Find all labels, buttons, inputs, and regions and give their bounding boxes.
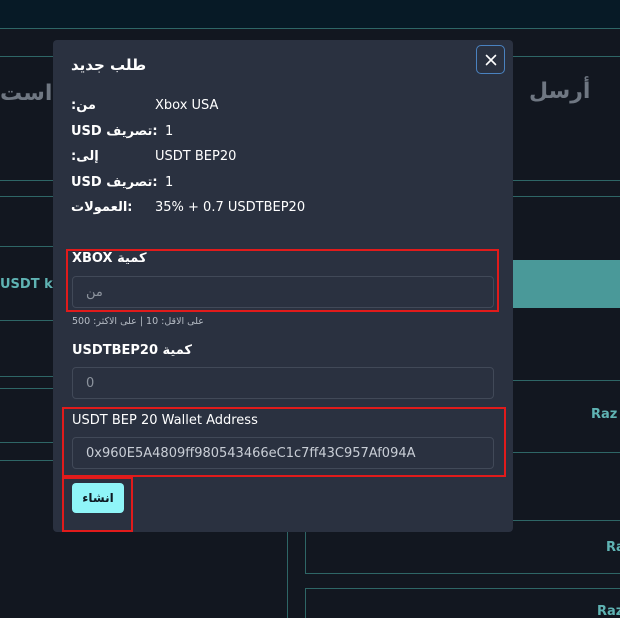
background-divider [0,442,53,443]
send-heading: أرسل [529,79,591,104]
info-row-from-rate: USD تصريف: 1 [71,124,491,142]
background-divider [0,388,53,389]
new-request-modal: طلب جديد :من Xbox USA USD تصريف: 1 :إلى … [53,40,513,532]
info-value: USDT BEP20 [155,149,237,164]
info-label: USD تصريف: [71,124,158,139]
info-row-to-rate: USD تصريف: 1 [71,175,491,193]
background-divider [0,460,53,461]
background-divider [0,180,53,181]
wallet-address-input[interactable] [72,437,494,469]
amount-limits-hint: على الاقل: 10 | على الاكثر: 500 [72,316,204,327]
background-currency-label: USDT k [0,277,53,292]
background-divider [513,196,620,197]
info-row-from: :من Xbox USA [71,98,491,116]
info-row-fees: العمولات: 35% + 0.7 USDTBEP20 [71,200,491,218]
wallet-address-label: USDT BEP 20 Wallet Address [72,413,258,428]
modal-title: طلب جديد [71,56,147,74]
background-divider [0,196,53,197]
info-label: العمولات: [71,200,133,215]
background-divider [0,320,53,321]
background-option-box [305,588,620,618]
close-button[interactable] [476,45,505,74]
background-divider [513,180,620,181]
background-top-bar [0,0,620,28]
info-label: :من [71,98,96,113]
background-divider [513,452,620,453]
info-value: 1 [165,124,174,139]
info-label: :إلى [71,149,99,164]
info-label: USD تصريف: [71,175,158,190]
from-amount-input[interactable] [72,276,494,308]
receive-heading: است [0,81,53,106]
background-option-label: Raz [597,604,620,618]
background-selected-row [513,260,620,308]
background-divider [0,28,620,29]
background-option-label: Raz [591,407,618,422]
background-divider [0,246,53,247]
close-icon [485,54,497,66]
to-amount-input[interactable] [72,367,494,399]
background-divider [513,380,620,381]
info-row-to: :إلى USDT BEP20 [71,149,491,167]
from-amount-label: XBOX كمية [72,251,147,266]
background-option-label: Ra [606,540,620,555]
to-amount-label: USDTBEP20 كمية [72,343,192,358]
info-value: Xbox USA [155,98,219,113]
background-divider [287,532,288,618]
info-value: 35% + 0.7 USDTBEP20 [155,200,306,215]
info-value: 1 [165,175,174,190]
create-button[interactable]: انشاء [72,483,124,513]
background-divider [0,376,53,377]
